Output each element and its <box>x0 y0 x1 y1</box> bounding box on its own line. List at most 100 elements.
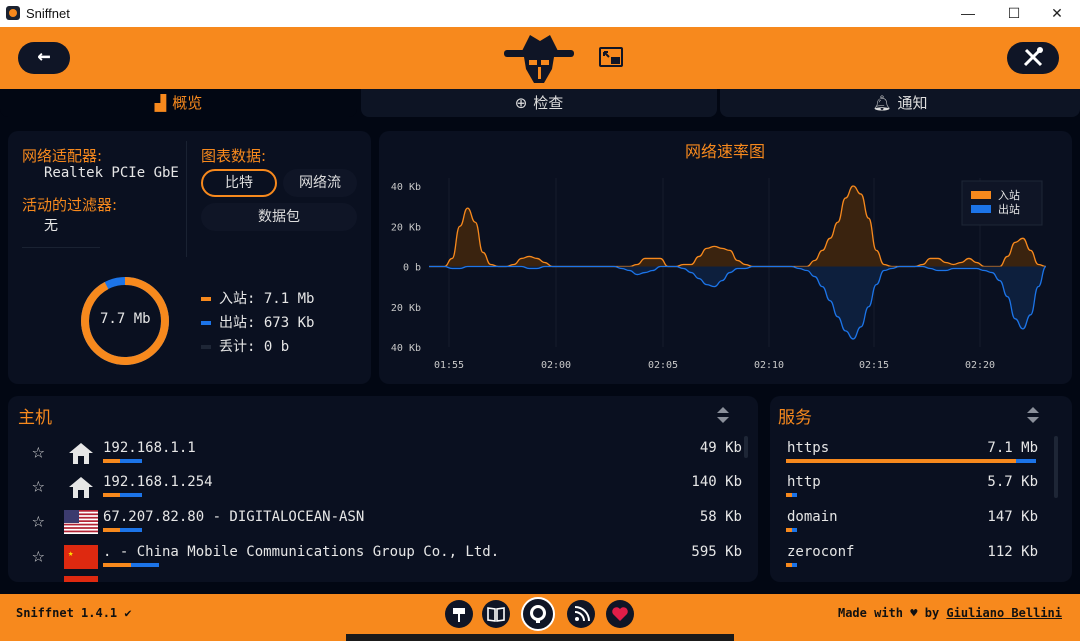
y-tick-label: 0 b <box>403 263 421 274</box>
services-title: 服务 <box>778 408 812 428</box>
news-button[interactable] <box>567 600 595 628</box>
hosts-scrollbar[interactable] <box>744 436 748 458</box>
y-tick-label: 20 Kb <box>391 303 421 314</box>
legend-swatch <box>971 191 991 199</box>
taskbar-dark-segment <box>346 634 734 641</box>
wiki-button[interactable] <box>445 600 473 628</box>
packets-option-button[interactable]: 数据包 <box>201 203 357 231</box>
docs-button[interactable] <box>482 600 510 628</box>
series-line-incoming <box>428 185 1047 268</box>
series-area-incoming <box>429 186 1046 267</box>
host-name: 192.168.1.254 <box>103 474 213 490</box>
host-name: 67.207.82.80 - DIGITALOCEAN-ASN <box>103 509 365 525</box>
sponsor-button[interactable] <box>606 600 634 628</box>
bits-option-button[interactable]: 比特 <box>201 169 277 197</box>
tab-overview[interactable]: ▟ 概览 <box>0 89 357 117</box>
sort-icon[interactable] <box>716 405 730 425</box>
service-bytes: 112 Kb <box>987 544 1038 560</box>
host-row[interactable]: ☆ ★ . - China Mobile Communications Group … <box>22 540 742 574</box>
legend-outgoing: 出站: 673 Kb <box>201 312 314 332</box>
service-row[interactable]: zeroconf 112 Kb <box>786 540 1038 574</box>
service-bytes: 5.7 Kb <box>987 474 1038 490</box>
legend-incoming: 入站: 7.1 Mb <box>201 288 314 308</box>
traffic-chart-panel: 网络速率图 40 Kb 20 Kb 0 b 20 Kb 40 Kb 01:55 02:00… <box>379 131 1072 384</box>
overview-panel: 网络适配器: Realtek PCIe GbE F 活动的过滤器: 无 图表数据… <box>8 131 371 384</box>
host-outgoing-bar <box>119 528 143 532</box>
host-name: . - China Mobile Communications Group Co… <box>103 544 500 560</box>
outgoing-text: 出站: 673 Kb <box>219 315 315 331</box>
service-row[interactable]: https 7.1 Mb <box>786 436 1038 470</box>
arrow-left-icon: ← <box>37 44 51 69</box>
settings-button[interactable] <box>1007 42 1059 74</box>
bell-icon: 🔔︎ <box>872 94 892 112</box>
maximize-window-button[interactable]: ☐ <box>991 0 1037 27</box>
favorite-star-icon[interactable]: ☆ <box>32 508 45 532</box>
service-name: http <box>787 474 821 490</box>
heart-icon <box>612 607 628 621</box>
host-incoming-bar <box>103 459 120 463</box>
service-row[interactable]: http 5.7 Kb <box>786 470 1038 504</box>
cn-flag-icon: ★ <box>64 545 98 569</box>
tab-inspect[interactable]: ⊕ 检查 <box>361 89 717 117</box>
window-title: Sniffnet <box>26 6 70 21</box>
paint-roller-icon <box>453 608 465 622</box>
service-outgoing-bar <box>792 563 797 567</box>
host-row[interactable]: ☆ 67.207.82.80 - DIGITALOCEAN-ASN 58 Kb <box>22 505 742 539</box>
service-incoming-bar <box>786 459 1016 463</box>
favorite-star-icon[interactable]: ☆ <box>32 543 45 567</box>
chart-title: 网络速率图 <box>685 142 765 161</box>
tab-bar: ▟ 概览 ⊕ 检查 🔔︎ 通知 <box>0 89 1080 119</box>
adapter-value: Realtek PCIe GbE F <box>44 165 178 181</box>
service-bytes: 7.1 Mb <box>987 440 1038 456</box>
service-name: domain <box>787 509 838 525</box>
service-outgoing-bar <box>1016 459 1036 463</box>
favorite-star-icon[interactable]: ☆ <box>32 473 45 497</box>
tab-overview-label: 概览 <box>172 94 203 112</box>
services-scrollbar[interactable] <box>1054 436 1058 498</box>
footer-bar: Sniffnet 1.4.1 ✔ Made with ♥ by Giuliano… <box>0 594 1080 634</box>
github-button[interactable] <box>521 597 555 631</box>
service-outgoing-bar <box>792 493 797 497</box>
book-icon <box>487 607 505 622</box>
heart-icon: ♥ <box>910 606 918 620</box>
series-area-outgoing <box>429 266 1046 339</box>
taskbar-strip <box>0 634 1080 641</box>
host-outgoing-bar <box>119 493 143 497</box>
host-row[interactable]: ☆ 192.168.1.254 140 Kb <box>22 470 742 504</box>
host-row[interactable]: ☆ 192.168.1.1 49 Kb <box>22 436 742 470</box>
tab-inspect-label: 检查 <box>533 94 564 112</box>
host-bytes: 595 Kb <box>691 544 742 560</box>
dropped-swatch <box>201 345 211 349</box>
host-outgoing-bar <box>119 459 143 463</box>
adapter-label: 网络适配器: <box>22 147 103 165</box>
outgoing-swatch <box>201 321 211 325</box>
total-traffic-value: 7.7 Mb <box>100 311 151 327</box>
x-tick-label: 02:15 <box>859 360 889 371</box>
flows-option-button[interactable]: 网络流 <box>283 169 357 197</box>
close-window-button[interactable]: ✕ <box>1034 0 1080 27</box>
x-tick-label: 02:00 <box>541 360 571 371</box>
author-link[interactable]: Giuliano Bellini <box>946 606 1062 620</box>
by-text: by <box>924 606 940 620</box>
service-row[interactable]: domain 147 Kb <box>786 505 1038 539</box>
favorite-star-icon[interactable]: ☆ <box>32 439 45 463</box>
service-name: zeroconf <box>787 544 855 560</box>
legend-swatch <box>971 205 991 213</box>
tab-notifications[interactable]: 🔔︎ 通知 <box>720 89 1080 117</box>
x-tick-label: 02:05 <box>648 360 678 371</box>
github-icon <box>530 605 546 623</box>
bar-chart-icon: ▟ <box>154 94 167 112</box>
sort-icon[interactable] <box>1026 405 1040 425</box>
tab-notifications-label: 通知 <box>897 94 928 112</box>
made-with-text: Made with <box>837 606 904 620</box>
sniffnet-logo <box>504 35 574 83</box>
back-button[interactable]: ← <box>18 42 70 74</box>
host-bytes: 58 Kb <box>699 509 742 525</box>
host-bytes: 140 Kb <box>691 474 742 490</box>
host-outgoing-bar <box>131 563 159 567</box>
home-icon <box>69 443 93 464</box>
minimize-window-button[interactable]: — <box>945 0 991 27</box>
rss-icon <box>574 606 590 622</box>
thumbnail-mode-icon[interactable] <box>599 47 623 67</box>
y-tick-label: 40 Kb <box>391 343 421 354</box>
